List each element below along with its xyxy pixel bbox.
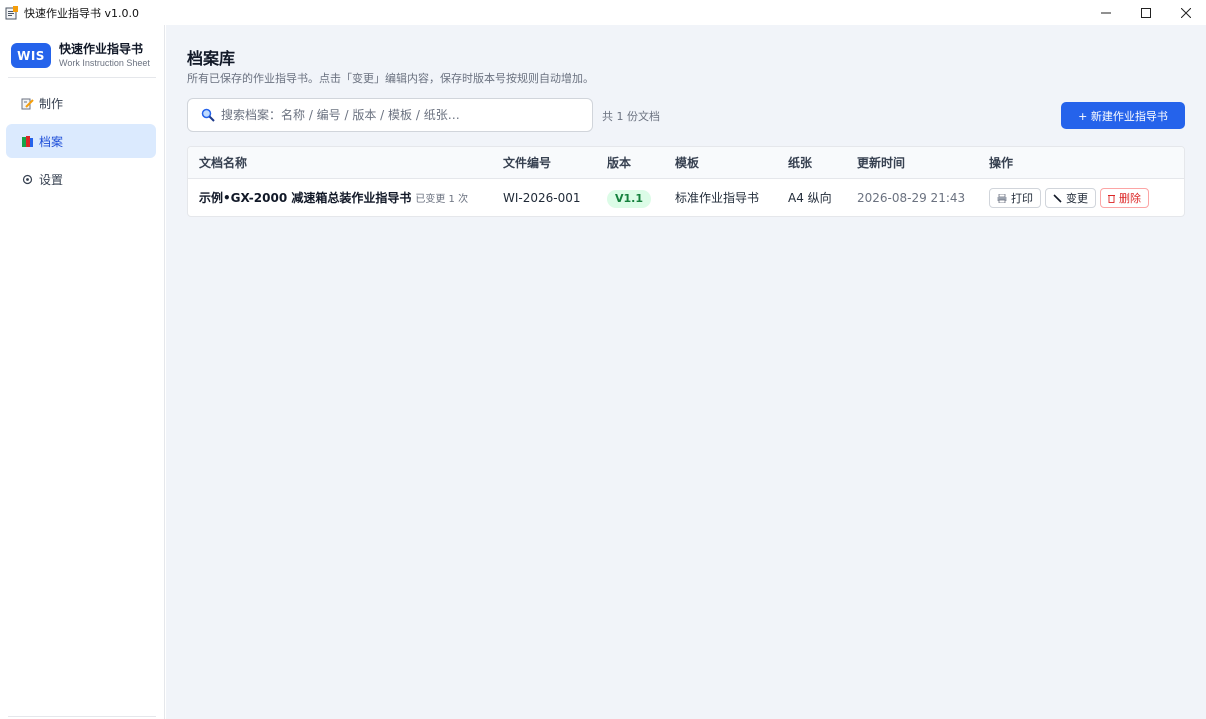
table-row[interactable]: 示例•GX-2000 减速箱总装作业指导书 已变更 1 次 WI-2026-001… [188, 179, 1184, 216]
app-icon [5, 5, 19, 20]
close-button[interactable] [1166, 0, 1206, 25]
paper-cell: A4 纵向 [788, 191, 832, 205]
sidebar-item-label: 设置 [39, 172, 64, 187]
table-header: 文档名称 文件编号 版本 模板 纸张 更新时间 操作 [188, 147, 1184, 179]
page-description: 所有已保存的作业指导书。点击「变更」编辑内容，保存时版本号按规则自动增加。 [187, 72, 594, 85]
document-name-text: 示例•GX-2000 减速箱总装作业指导书 [199, 191, 412, 205]
document-count: 共 1 份文档 [602, 110, 660, 123]
page-title: 档案库 [187, 49, 236, 68]
template-cell: 标准作业指导书 [675, 191, 760, 205]
archive-table: 文档名称 文件编号 版本 模板 纸张 更新时间 操作 示例•GX-2000 减速… [187, 146, 1185, 217]
column-header-template: 模板 [675, 156, 700, 170]
search-box[interactable] [187, 98, 593, 132]
title-bar: 快速作业指导书 v1.0.0 [0, 0, 1206, 25]
brand: WIS 快速作业指导书 Work Instruction Sheet [11, 42, 150, 69]
maximize-button[interactable] [1126, 0, 1166, 25]
window-title: 快速作业指导书 v1.0.0 [24, 6, 139, 20]
print-button[interactable]: 打印 [989, 188, 1041, 208]
sidebar-item-make[interactable]: 制作 [6, 86, 156, 120]
printer-icon [997, 193, 1007, 203]
column-header-code: 文件编号 [503, 156, 552, 170]
brand-subtitle: Work Instruction Sheet [59, 58, 150, 68]
delete-label: 删除 [1119, 192, 1141, 205]
print-label: 打印 [1011, 192, 1033, 205]
sidebar-item-archive[interactable]: 档案 [6, 124, 156, 158]
sidebar-item-label: 制作 [39, 96, 64, 111]
sidebar-nav: 制作 档案 设置 [6, 86, 156, 200]
main-content: 档案库 所有已保存的作业指导书。点击「变更」编辑内容，保存时版本号按规则自动增加… [166, 25, 1206, 719]
divider [8, 716, 156, 717]
maximize-icon [1141, 7, 1151, 18]
version-badge: V1.1 [607, 189, 651, 208]
brand-logo: WIS [11, 43, 51, 68]
column-header-updated: 更新时间 [857, 156, 906, 170]
pencil-icon [1053, 193, 1062, 203]
document-code: WI-2026-001 [503, 191, 581, 205]
version-cell: V1.1 [607, 179, 651, 216]
edit-button[interactable]: 变更 [1045, 188, 1096, 208]
row-actions: 打印 变更 删除 [989, 188, 1153, 208]
column-header-paper: 纸张 [788, 156, 813, 170]
window-controls [1086, 0, 1206, 25]
search-input[interactable] [221, 100, 592, 130]
sidebar-item-settings[interactable]: 设置 [6, 162, 156, 196]
close-icon [1181, 7, 1191, 18]
sidebar: WIS 快速作业指导书 Work Instruction Sheet 制作 档案… [0, 25, 165, 719]
sidebar-item-label: 档案 [39, 134, 64, 149]
column-header-version: 版本 [607, 156, 632, 170]
brand-name: 快速作业指导书 [59, 42, 144, 56]
gear-icon [20, 172, 34, 186]
column-header-name: 文档名称 [199, 156, 248, 170]
trash-icon [1108, 194, 1115, 203]
change-count-note: 已变更 1 次 [415, 194, 469, 205]
document-name[interactable]: 示例•GX-2000 减速箱总装作业指导书 已变更 1 次 [199, 179, 469, 216]
updated-time: 2026-08-29 21:43 [857, 191, 966, 205]
pencil-note-icon [20, 96, 34, 110]
delete-button[interactable]: 删除 [1100, 188, 1149, 208]
edit-label: 变更 [1066, 192, 1088, 205]
column-header-actions: 操作 [989, 156, 1014, 170]
search-icon [201, 108, 215, 122]
divider [8, 77, 156, 78]
new-instruction-button[interactable]: + 新建作业指导书 [1061, 102, 1185, 129]
minimize-icon [1101, 12, 1111, 13]
minimize-button[interactable] [1086, 0, 1126, 25]
books-icon [20, 134, 34, 148]
